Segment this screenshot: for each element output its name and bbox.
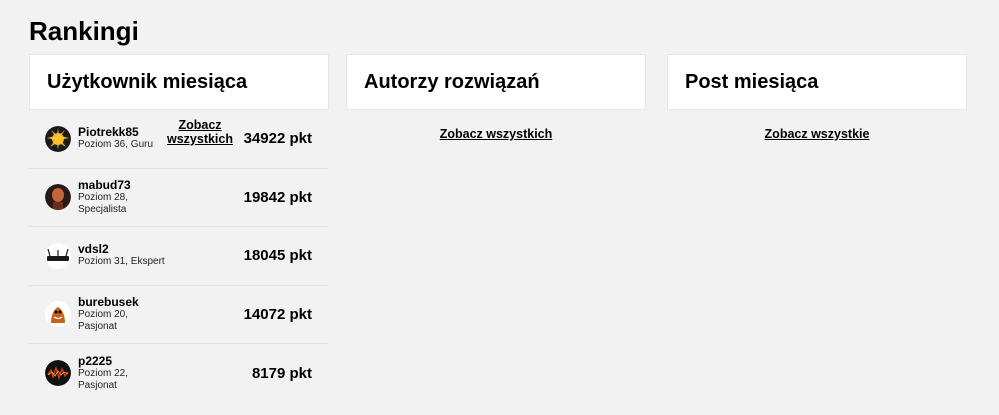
avatar[interactable] bbox=[45, 360, 71, 387]
ranking-column-solution-authors: Autorzy rozwiązań Zobacz wszystkich bbox=[346, 54, 646, 141]
user-level: Poziom 36, Guru bbox=[78, 139, 154, 151]
user-points: 14072 pkt bbox=[243, 305, 312, 323]
see-all-link[interactable]: Zobacz wszystkich bbox=[165, 118, 235, 146]
user-name[interactable]: burebusek bbox=[78, 295, 168, 309]
user-name[interactable]: p2225 bbox=[78, 354, 168, 368]
user-name[interactable]: mabud73 bbox=[78, 178, 168, 192]
user-list: Piotrekk85 Poziom 36, Guru Zobacz wszyst… bbox=[29, 110, 329, 403]
user-level: Poziom 20, Pasjonat bbox=[78, 308, 129, 332]
user-points: 19842 pkt bbox=[243, 188, 312, 206]
ranking-column-post-of-month: Post miesiąca Zobacz wszystkie bbox=[667, 54, 967, 141]
user-points: 18045 pkt bbox=[243, 247, 312, 265]
avatar[interactable] bbox=[45, 125, 71, 152]
card-header: Autorzy rozwiązań bbox=[346, 54, 646, 110]
user-level: Poziom 28, Specjalista bbox=[78, 191, 129, 215]
card-title: Użytkownik miesiąca bbox=[47, 70, 248, 93]
user-row[interactable]: burebusek Poziom 20, Pasjonat 14072 pkt bbox=[29, 286, 329, 344]
user-points: 34922 pkt bbox=[243, 130, 312, 148]
section-title: Rankingi bbox=[29, 16, 139, 46]
card-title: Post miesiąca bbox=[685, 70, 819, 93]
user-row[interactable]: Piotrekk85 Poziom 36, Guru Zobacz wszyst… bbox=[29, 110, 329, 169]
top-link-left[interactable] bbox=[207, 0, 310, 2]
user-name[interactable]: vdsl2 bbox=[78, 243, 168, 256]
avatar[interactable] bbox=[45, 184, 71, 211]
user-level: Poziom 31, Ekspert bbox=[78, 256, 165, 268]
avatar[interactable] bbox=[45, 242, 71, 269]
see-all-link[interactable]: Zobacz wszystkich bbox=[346, 127, 646, 141]
avatar[interactable] bbox=[45, 301, 71, 328]
user-level: Poziom 22, Pasjonat bbox=[78, 367, 129, 391]
user-name[interactable]: Piotrekk85 bbox=[78, 126, 168, 139]
user-row[interactable]: p2225 Poziom 22, Pasjonat 8179 pkt bbox=[29, 344, 329, 403]
card-header: Użytkownik miesiąca bbox=[29, 54, 329, 110]
user-points: 8179 pkt bbox=[251, 364, 312, 382]
ranking-column-user-of-month: Użytkownik miesiąca Piotrekk85 Poziom 36… bbox=[29, 54, 329, 403]
top-link-right[interactable] bbox=[685, 0, 789, 2]
see-all-link[interactable]: Zobacz wszystkie bbox=[667, 127, 967, 141]
user-row[interactable]: vdsl2 Poziom 31, Ekspert 18045 pkt bbox=[29, 227, 329, 286]
card-title: Autorzy rozwiązań bbox=[364, 70, 540, 93]
card-header: Post miesiąca bbox=[667, 54, 967, 110]
user-row[interactable]: mabud73 Poziom 28, Specjalista 19842 pkt bbox=[29, 169, 329, 227]
